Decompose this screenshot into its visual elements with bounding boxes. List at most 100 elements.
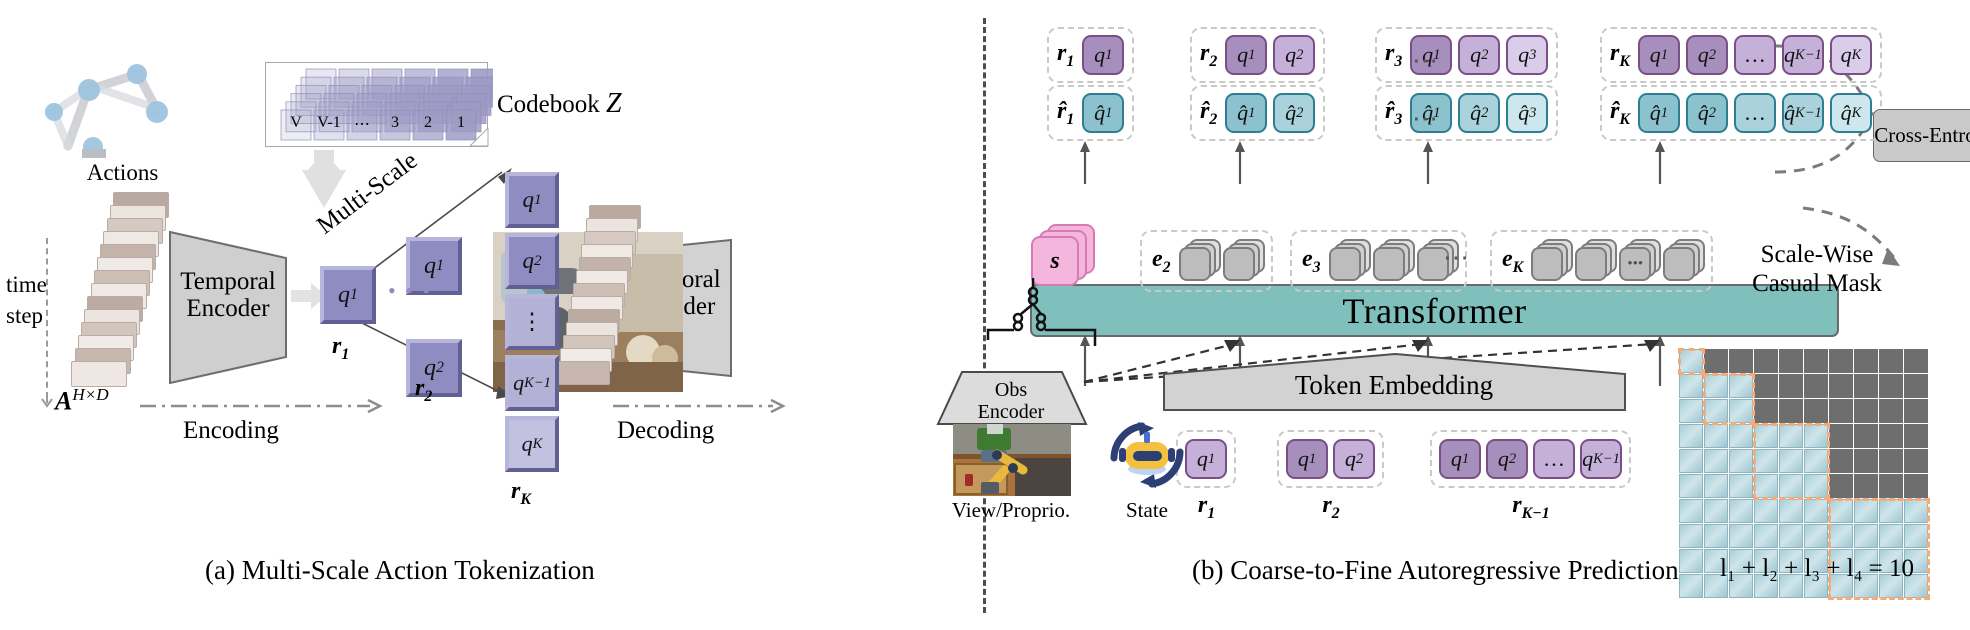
vertical-ellipsis-icon: ⋮	[520, 309, 544, 334]
token-base: q̂	[1697, 100, 1709, 125]
token-sup: 1	[1207, 450, 1216, 467]
residual-sub: 2	[424, 387, 433, 405]
token-sup: 2	[533, 252, 542, 269]
time-label: time	[6, 272, 47, 297]
token-sup: 1	[1105, 46, 1113, 63]
token-tile-r1-q1: q1	[320, 266, 376, 324]
mask-block-highlight-3	[1753, 423, 1830, 500]
obs-encoder-label: Obs Encoder	[952, 379, 1070, 424]
mask-cell	[1854, 349, 1878, 373]
token-target: q2	[1273, 35, 1316, 75]
step-label: step	[6, 303, 44, 328]
token-sup: 2	[1296, 46, 1304, 63]
token-base: q̂	[1237, 100, 1249, 125]
token-sup: 1	[1308, 450, 1317, 467]
temporal-encoder-line2: Encoder	[186, 295, 270, 322]
mask-cell	[1779, 349, 1803, 373]
mask-cell	[1879, 374, 1903, 398]
mask-cell	[1754, 399, 1778, 423]
residual-sub: 1	[1066, 52, 1075, 70]
token-base: q̂	[1784, 100, 1796, 125]
token-base: q	[1285, 42, 1297, 67]
mask-cell	[1779, 499, 1803, 523]
transformer-output-arrow-4	[1655, 141, 1665, 184]
token-sup: 2	[1296, 104, 1304, 121]
mask-cell	[1904, 474, 1928, 498]
token-base: q	[522, 248, 534, 273]
mask-cell	[1679, 474, 1703, 498]
column-ellipsis: • • •	[388, 278, 433, 303]
mask-cell	[1854, 399, 1878, 423]
mask-cell	[1779, 374, 1803, 398]
target-row-1-group: r1 q 1	[1047, 27, 1135, 83]
residual-sub: 1	[1207, 504, 1216, 522]
residual-symbol: r	[415, 375, 425, 401]
token-base: q	[1094, 42, 1106, 67]
token-base: q	[1497, 446, 1509, 471]
token-base: q	[1784, 42, 1796, 67]
obs-encoder-line1: Obs	[994, 379, 1028, 401]
token-sup: 1	[1461, 450, 1470, 467]
token-predicted: q̂ 1	[1637, 93, 1680, 133]
residual-symbol: r	[1322, 492, 1332, 518]
mask-title-line1: Scale-Wise	[1760, 241, 1874, 268]
token-base: q	[1840, 42, 1852, 67]
residual-sub: 1	[341, 345, 350, 363]
token-sup: 2	[1708, 104, 1717, 121]
embedding-sub: 3	[1312, 258, 1321, 276]
token-sup: 1	[1105, 104, 1113, 121]
token-sup: 3	[1529, 104, 1537, 121]
embedding-ellipsis: •••	[1619, 247, 1652, 281]
token-sup: 1	[1660, 104, 1669, 121]
embedding-card	[1372, 247, 1405, 281]
decoding-label: Decoding	[617, 417, 715, 444]
token-target: q2	[1486, 439, 1528, 479]
residual-sub: 3	[1394, 52, 1403, 70]
mask-cell	[1804, 374, 1828, 398]
mask-cell	[1904, 374, 1928, 398]
mask-cell	[1679, 449, 1703, 473]
mask-cell	[1754, 499, 1778, 523]
view-proprio-label: View/Proprio.	[951, 498, 1071, 522]
mask-cell	[1829, 349, 1853, 373]
input-row-2-group: q1q2	[1277, 430, 1384, 488]
token-target: q1	[1225, 35, 1268, 75]
token-sup: 2	[1355, 450, 1364, 467]
target-row-1-label: r1	[1057, 40, 1074, 71]
view-proprio-image	[953, 424, 1071, 496]
codebook-symbol: Z	[606, 88, 622, 119]
mask-cell	[1829, 424, 1853, 448]
token-sup: 1	[350, 286, 358, 303]
actions-label: Actions	[86, 160, 159, 185]
embedding-card-stack: •••	[1619, 239, 1662, 283]
residual-sub: 1	[1066, 110, 1075, 128]
state-label: State	[1126, 498, 1168, 522]
token-base: q̂	[1840, 100, 1852, 125]
mask-cell	[1779, 399, 1803, 423]
token-base: q	[1237, 42, 1249, 67]
codebook-entry-label: V-1	[317, 114, 341, 131]
state-token-label: s	[1050, 247, 1060, 274]
action-matrix-label: AH×D	[55, 385, 109, 417]
token-sup: 1	[533, 191, 542, 208]
mask-cell	[1804, 499, 1828, 523]
token-target: qK	[1829, 35, 1872, 75]
token-predicted: q̂ K−1	[1781, 93, 1824, 133]
codebook-entry-label: 2	[424, 114, 432, 131]
mask-cell	[1879, 424, 1903, 448]
residual-symbol: r̂	[1057, 97, 1067, 124]
transformer-output-arrow-2	[1235, 141, 1245, 184]
mask-cell	[1729, 524, 1753, 548]
token-base: q̂	[1470, 100, 1482, 125]
pred-row-4-group: r̂K q̂ 1 q̂ 2… q̂ K−1 q̂ K	[1600, 85, 1882, 141]
token-predicted: q̂ 2	[1458, 93, 1501, 133]
decoding-arrow	[613, 398, 786, 414]
caption-a: (a) Multi-Scale Action Tokenization	[205, 555, 595, 585]
mask-cell	[1679, 424, 1703, 448]
mask-cell	[1679, 374, 1703, 398]
token-base: q̂	[1518, 100, 1530, 125]
mask-cell	[1854, 374, 1878, 398]
token-base: q̂	[1285, 100, 1297, 125]
target-row-2-group: r2 q 1 q 2	[1190, 27, 1326, 83]
token-sup: 2	[1508, 450, 1517, 467]
